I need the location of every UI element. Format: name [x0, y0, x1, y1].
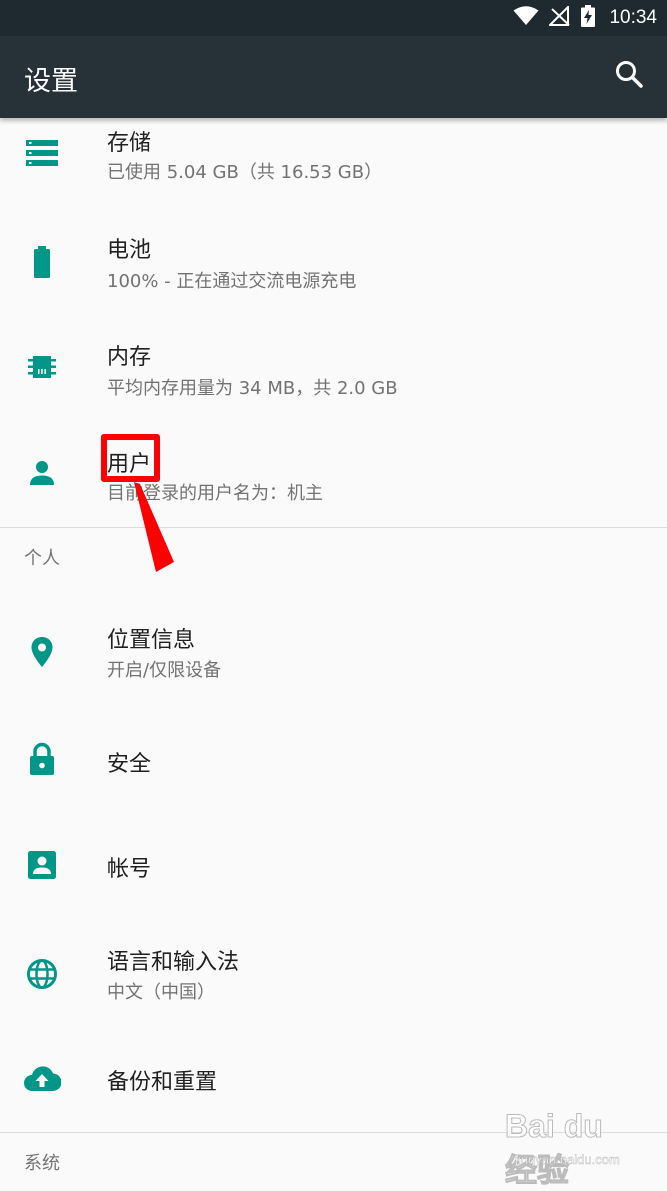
user-icon: [22, 453, 62, 493]
item-summary: 平均内存用量为 34 MB，共 2.0 GB: [107, 378, 398, 399]
search-button[interactable]: [611, 58, 647, 94]
item-title: 帐号: [107, 857, 152, 882]
item-summary: 目前登录的用户名为：机主: [107, 483, 323, 504]
globe-icon: [22, 954, 62, 994]
item-title: 用户: [107, 452, 152, 477]
storage-icon: [22, 133, 62, 173]
settings-list: 存储 已使用 5.04 GB（共 16.53 GB） 电池 100% - 正在通…: [0, 118, 667, 1186]
section-header-system: 系统: [24, 1153, 60, 1174]
status-time: 10:34: [609, 7, 657, 28]
item-summary: 中文（中国）: [107, 982, 215, 1003]
divider: [0, 1132, 667, 1133]
cloud-upload-icon: [22, 1059, 62, 1099]
toolbar: 设置: [0, 36, 667, 118]
list-item-users[interactable]: 用户 目前登录的用户名为：机主: [0, 436, 667, 527]
list-item-security[interactable]: 安全: [0, 709, 667, 816]
location-icon: [22, 632, 62, 672]
no-signal-icon: [548, 4, 571, 30]
divider: [0, 527, 667, 528]
list-item-location[interactable]: 位置信息 开启/仅限设备: [0, 596, 667, 709]
item-summary: 已使用 5.04 GB（共 16.53 GB）: [107, 162, 383, 183]
section-header-personal: 个人: [24, 548, 60, 569]
memory-icon: [22, 347, 62, 387]
item-title: 电池: [107, 238, 152, 263]
page-title: 设置: [24, 66, 78, 97]
lock-icon: [22, 739, 62, 779]
search-icon: [614, 59, 644, 93]
list-item-language[interactable]: 语言和输入法 中文（中国）: [0, 922, 667, 1029]
item-title: 语言和输入法: [107, 950, 240, 975]
battery-charging-icon: [581, 5, 596, 31]
list-item-memory[interactable]: 内存 平均内存用量为 34 MB，共 2.0 GB: [0, 329, 667, 436]
account-icon: [22, 845, 62, 885]
item-title: 存储: [107, 131, 152, 156]
status-icons: 10:34: [513, 0, 657, 36]
list-item-backup[interactable]: 备份和重置: [0, 1029, 667, 1132]
item-title: 备份和重置: [107, 1070, 218, 1095]
item-title: 内存: [107, 345, 152, 370]
list-item-accounts[interactable]: 帐号: [0, 816, 667, 922]
item-summary: 开启/仅限设备: [107, 660, 222, 681]
item-title: 位置信息: [107, 628, 196, 653]
wifi-icon: [513, 6, 539, 30]
item-title: 安全: [107, 752, 152, 777]
item-summary: 100% - 正在通过交流电源充电: [107, 271, 357, 292]
battery-icon: [22, 242, 62, 282]
status-bar: 10:34: [0, 0, 667, 36]
list-item-storage[interactable]: 存储 已使用 5.04 GB（共 16.53 GB）: [0, 118, 667, 222]
list-item-battery[interactable]: 电池 100% - 正在通过交流电源充电: [0, 222, 667, 329]
